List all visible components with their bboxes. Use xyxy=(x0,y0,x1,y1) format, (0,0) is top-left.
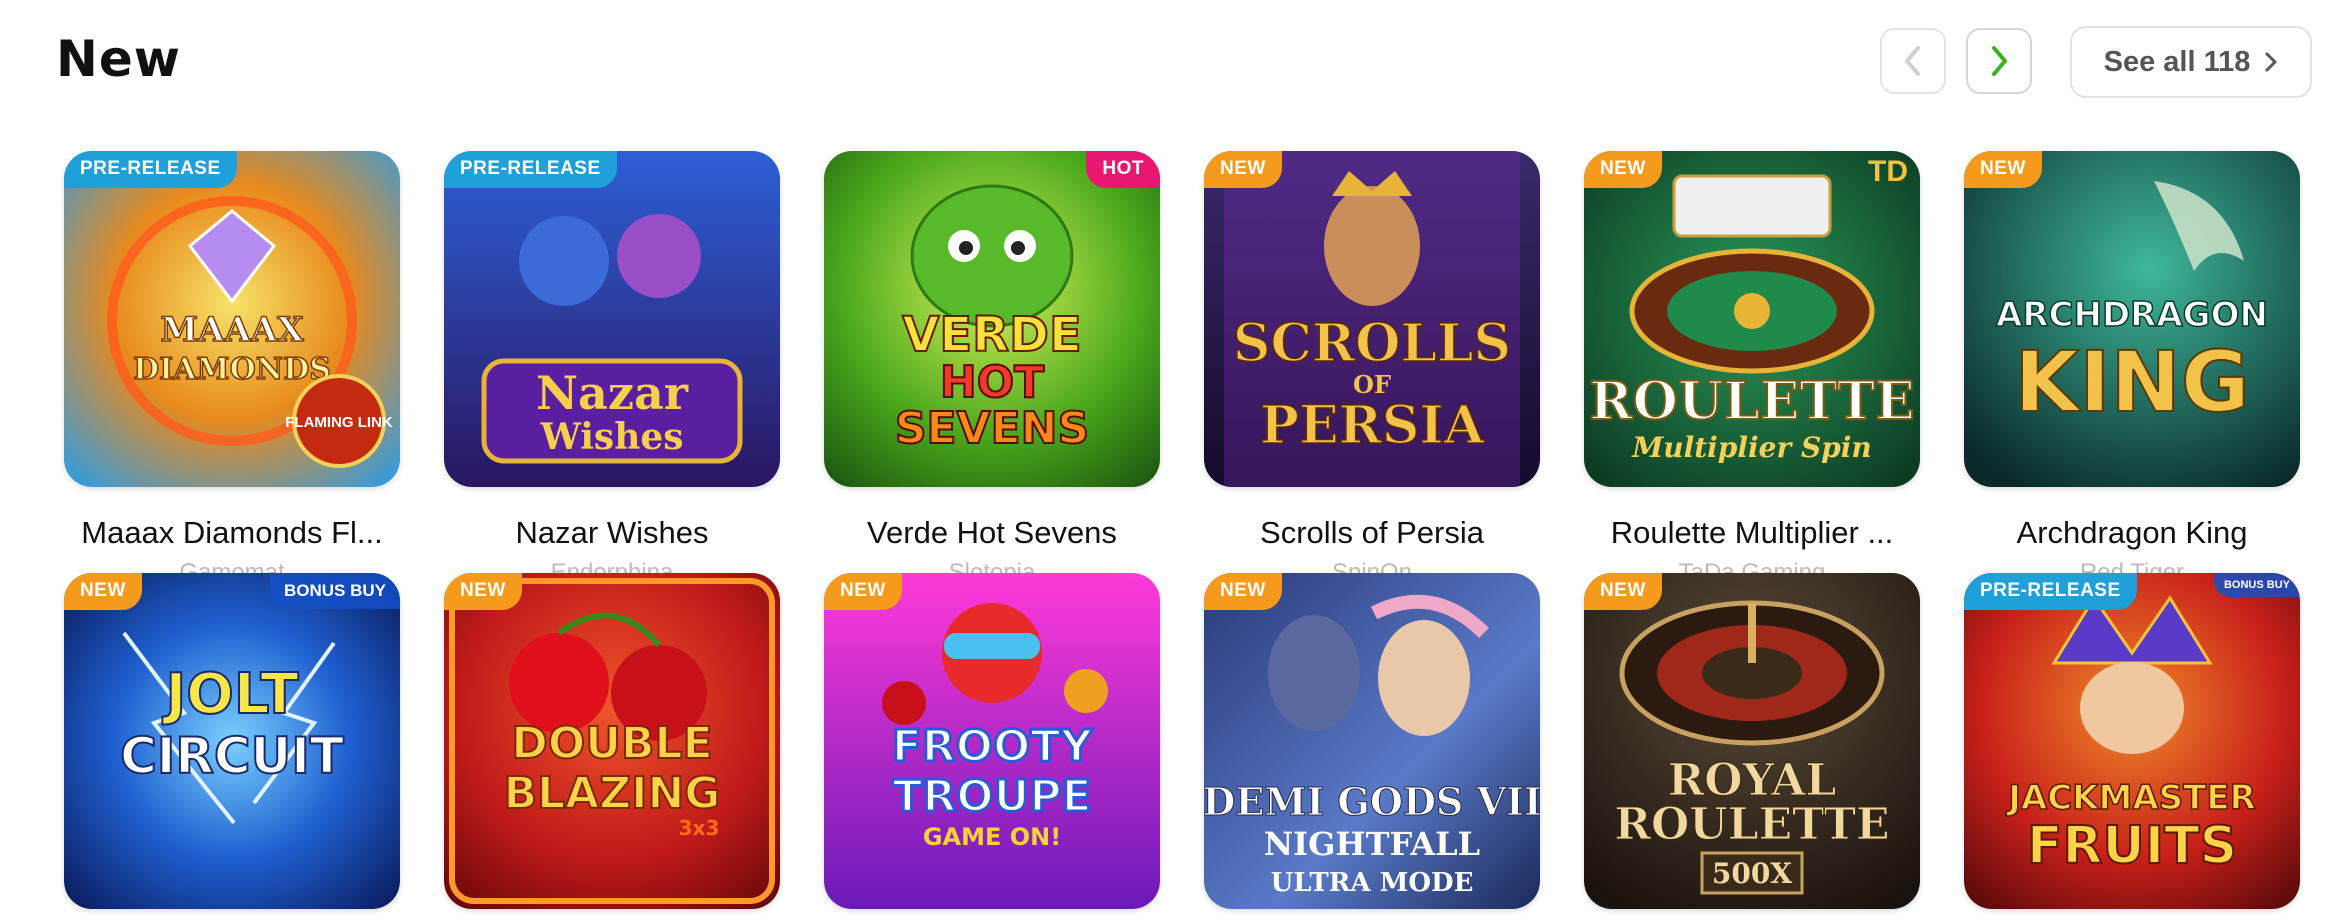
status-badge: PRE-RELEASE xyxy=(64,151,237,188)
game-provider: Endorphina xyxy=(550,559,674,573)
game-card[interactable]: FROOTY TROUPE GAME ON! NEW xyxy=(824,573,1160,909)
game-thumbnail[interactable]: MAAAX DIAMONDS FLAMING LINK PRE-RELEASE xyxy=(64,151,400,487)
art-line: JACKMASTER xyxy=(2006,778,2256,818)
game-thumbnail[interactable]: VERDE HOT SEVENS HOT xyxy=(824,151,1160,487)
bonus-buy-badge: BONUS BUY xyxy=(269,573,400,609)
game-name[interactable]: Maaax Diamonds Fl... xyxy=(64,515,400,551)
previous-button[interactable] xyxy=(1880,28,1946,94)
status-badge: HOT xyxy=(1086,151,1160,188)
chevron-right-icon xyxy=(2265,52,2277,72)
status-badge: NEW xyxy=(824,573,902,610)
game-thumbnail[interactable]: Nazar Wishes PRE-RELEASE xyxy=(444,151,780,487)
game-card[interactable]: MAAAX DIAMONDS FLAMING LINK PRE-RELEASE … xyxy=(64,151,400,573)
game-name[interactable]: Scrolls of Persia xyxy=(1204,515,1540,551)
game-provider: Red Tiger xyxy=(2079,559,2185,573)
art-line: Nazar xyxy=(536,366,689,420)
game-thumbnail[interactable]: ROYAL ROULETTE 500X NEW xyxy=(1584,573,1920,909)
game-card[interactable]: DEMI GODS VII NIGHTFALL ULTRA MODE NEW xyxy=(1204,573,1540,909)
art-line: KING xyxy=(2014,333,2250,431)
see-all-label: See all 118 xyxy=(2103,45,2251,78)
art-line: GAME ON! xyxy=(923,823,1061,851)
game-provider: Gamomat xyxy=(179,559,285,573)
game-provider: SpinOn xyxy=(1331,559,1413,573)
chevron-left-icon xyxy=(1905,46,1920,76)
status-badge: NEW xyxy=(444,573,522,610)
game-name[interactable]: Nazar Wishes xyxy=(444,515,780,551)
art-line: TROUPE xyxy=(892,771,1091,822)
art-line: PERSIA xyxy=(1260,395,1485,456)
art-line: FRUITS xyxy=(2027,816,2237,876)
art-line: NIGHTFALL xyxy=(1264,825,1480,863)
status-badge: NEW xyxy=(64,573,142,610)
game-card[interactable]: ROYAL ROULETTE 500X NEW xyxy=(1584,573,1920,909)
art-line: CIRCUIT xyxy=(120,727,344,785)
art-line: VERDE xyxy=(902,307,1082,363)
game-name[interactable]: Roulette Multiplier ... xyxy=(1584,515,1920,551)
game-thumbnail[interactable]: JACKMASTER FRUITS PRE-RELEASE BONUS BUY xyxy=(1964,573,2300,909)
status-badge: PRE-RELEASE xyxy=(1964,573,2137,610)
status-badge: NEW xyxy=(1204,151,1282,188)
game-thumbnail[interactable]: DOUBLE BLAZING 3x3 NEW xyxy=(444,573,780,909)
art-line: ROULETTE xyxy=(1614,799,1889,850)
bonus-buy-badge: BONUS BUY xyxy=(2213,573,2300,597)
art-line: FROOTY xyxy=(892,721,1094,772)
game-thumbnail[interactable]: ARCHDRAGON KING NEW xyxy=(1964,151,2300,487)
game-thumbnail[interactable]: JOLT CIRCUIT NEW BONUS BUY xyxy=(64,573,400,909)
status-badge: NEW xyxy=(1584,573,1662,610)
next-button[interactable] xyxy=(1966,28,2032,94)
game-card[interactable]: ARCHDRAGON KING NEW Archdragon King Red … xyxy=(1964,151,2300,573)
game-thumbnail[interactable]: SCROLLS OF PERSIA NEW xyxy=(1204,151,1540,487)
game-card[interactable]: Nazar Wishes PRE-RELEASE Nazar Wishes En… xyxy=(444,151,780,573)
game-card[interactable]: DOUBLE BLAZING 3x3 NEW xyxy=(444,573,780,909)
status-badge: PRE-RELEASE xyxy=(444,151,617,188)
status-badge: NEW xyxy=(1204,573,1282,610)
art-line: ARCHDRAGON xyxy=(1996,295,2268,335)
section-title: New xyxy=(56,30,181,88)
game-thumbnail[interactable]: ROULETTE Multiplier Spin NEW TD xyxy=(1584,151,1920,487)
game-card[interactable]: JOLT CIRCUIT NEW BONUS BUY xyxy=(64,573,400,909)
game-thumbnail[interactable]: DEMI GODS VII NIGHTFALL ULTRA MODE NEW xyxy=(1204,573,1540,909)
chevron-right-icon xyxy=(1992,46,2007,76)
art-line: DIAMONDS xyxy=(133,352,331,387)
game-thumbnail[interactable]: FROOTY TROUPE GAME ON! NEW xyxy=(824,573,1160,909)
game-card[interactable]: JACKMASTER FRUITS PRE-RELEASE BONUS BUY xyxy=(1964,573,2300,909)
art-line: ULTRA MODE xyxy=(1271,868,1474,898)
art-line: FLAMING LINK xyxy=(285,414,393,431)
art-line: DOUBLE xyxy=(511,718,712,769)
game-provider: Slotopia xyxy=(948,559,1036,573)
game-provider: TaDa Gaming xyxy=(1678,559,1826,573)
game-card[interactable]: ROULETTE Multiplier Spin NEW TD Roulette… xyxy=(1584,151,1920,573)
art-line: JOLT xyxy=(161,662,298,727)
status-badge: NEW xyxy=(1584,151,1662,188)
art-line: SEVENS xyxy=(895,403,1089,454)
art-line: MAAAX xyxy=(160,310,304,350)
art-line: 500X xyxy=(1712,857,1792,890)
status-badge: NEW xyxy=(1964,151,2042,188)
art-line: HOT xyxy=(940,357,1044,408)
art-line: BLAZING xyxy=(504,768,721,819)
game-name[interactable]: Archdragon King xyxy=(1964,515,2300,551)
game-card[interactable]: SCROLLS OF PERSIA NEW Scrolls of Persia … xyxy=(1204,151,1540,573)
art-line: Multiplier Spin xyxy=(1631,431,1872,464)
provider-logo-badge: TD xyxy=(1868,155,1908,188)
art-line: 3x3 xyxy=(679,816,720,840)
art-line: Wishes xyxy=(539,416,683,458)
game-card[interactable]: VERDE HOT SEVENS HOT Verde Hot Sevens Sl… xyxy=(824,151,1160,573)
see-all-button[interactable]: See all 118 xyxy=(2070,26,2312,98)
art-line: DEMI GODS VII xyxy=(1204,779,1540,824)
art-line: ROULETTE xyxy=(1589,371,1914,432)
game-name[interactable]: Verde Hot Sevens xyxy=(824,515,1160,551)
art-line: SCROLLS xyxy=(1233,313,1511,374)
